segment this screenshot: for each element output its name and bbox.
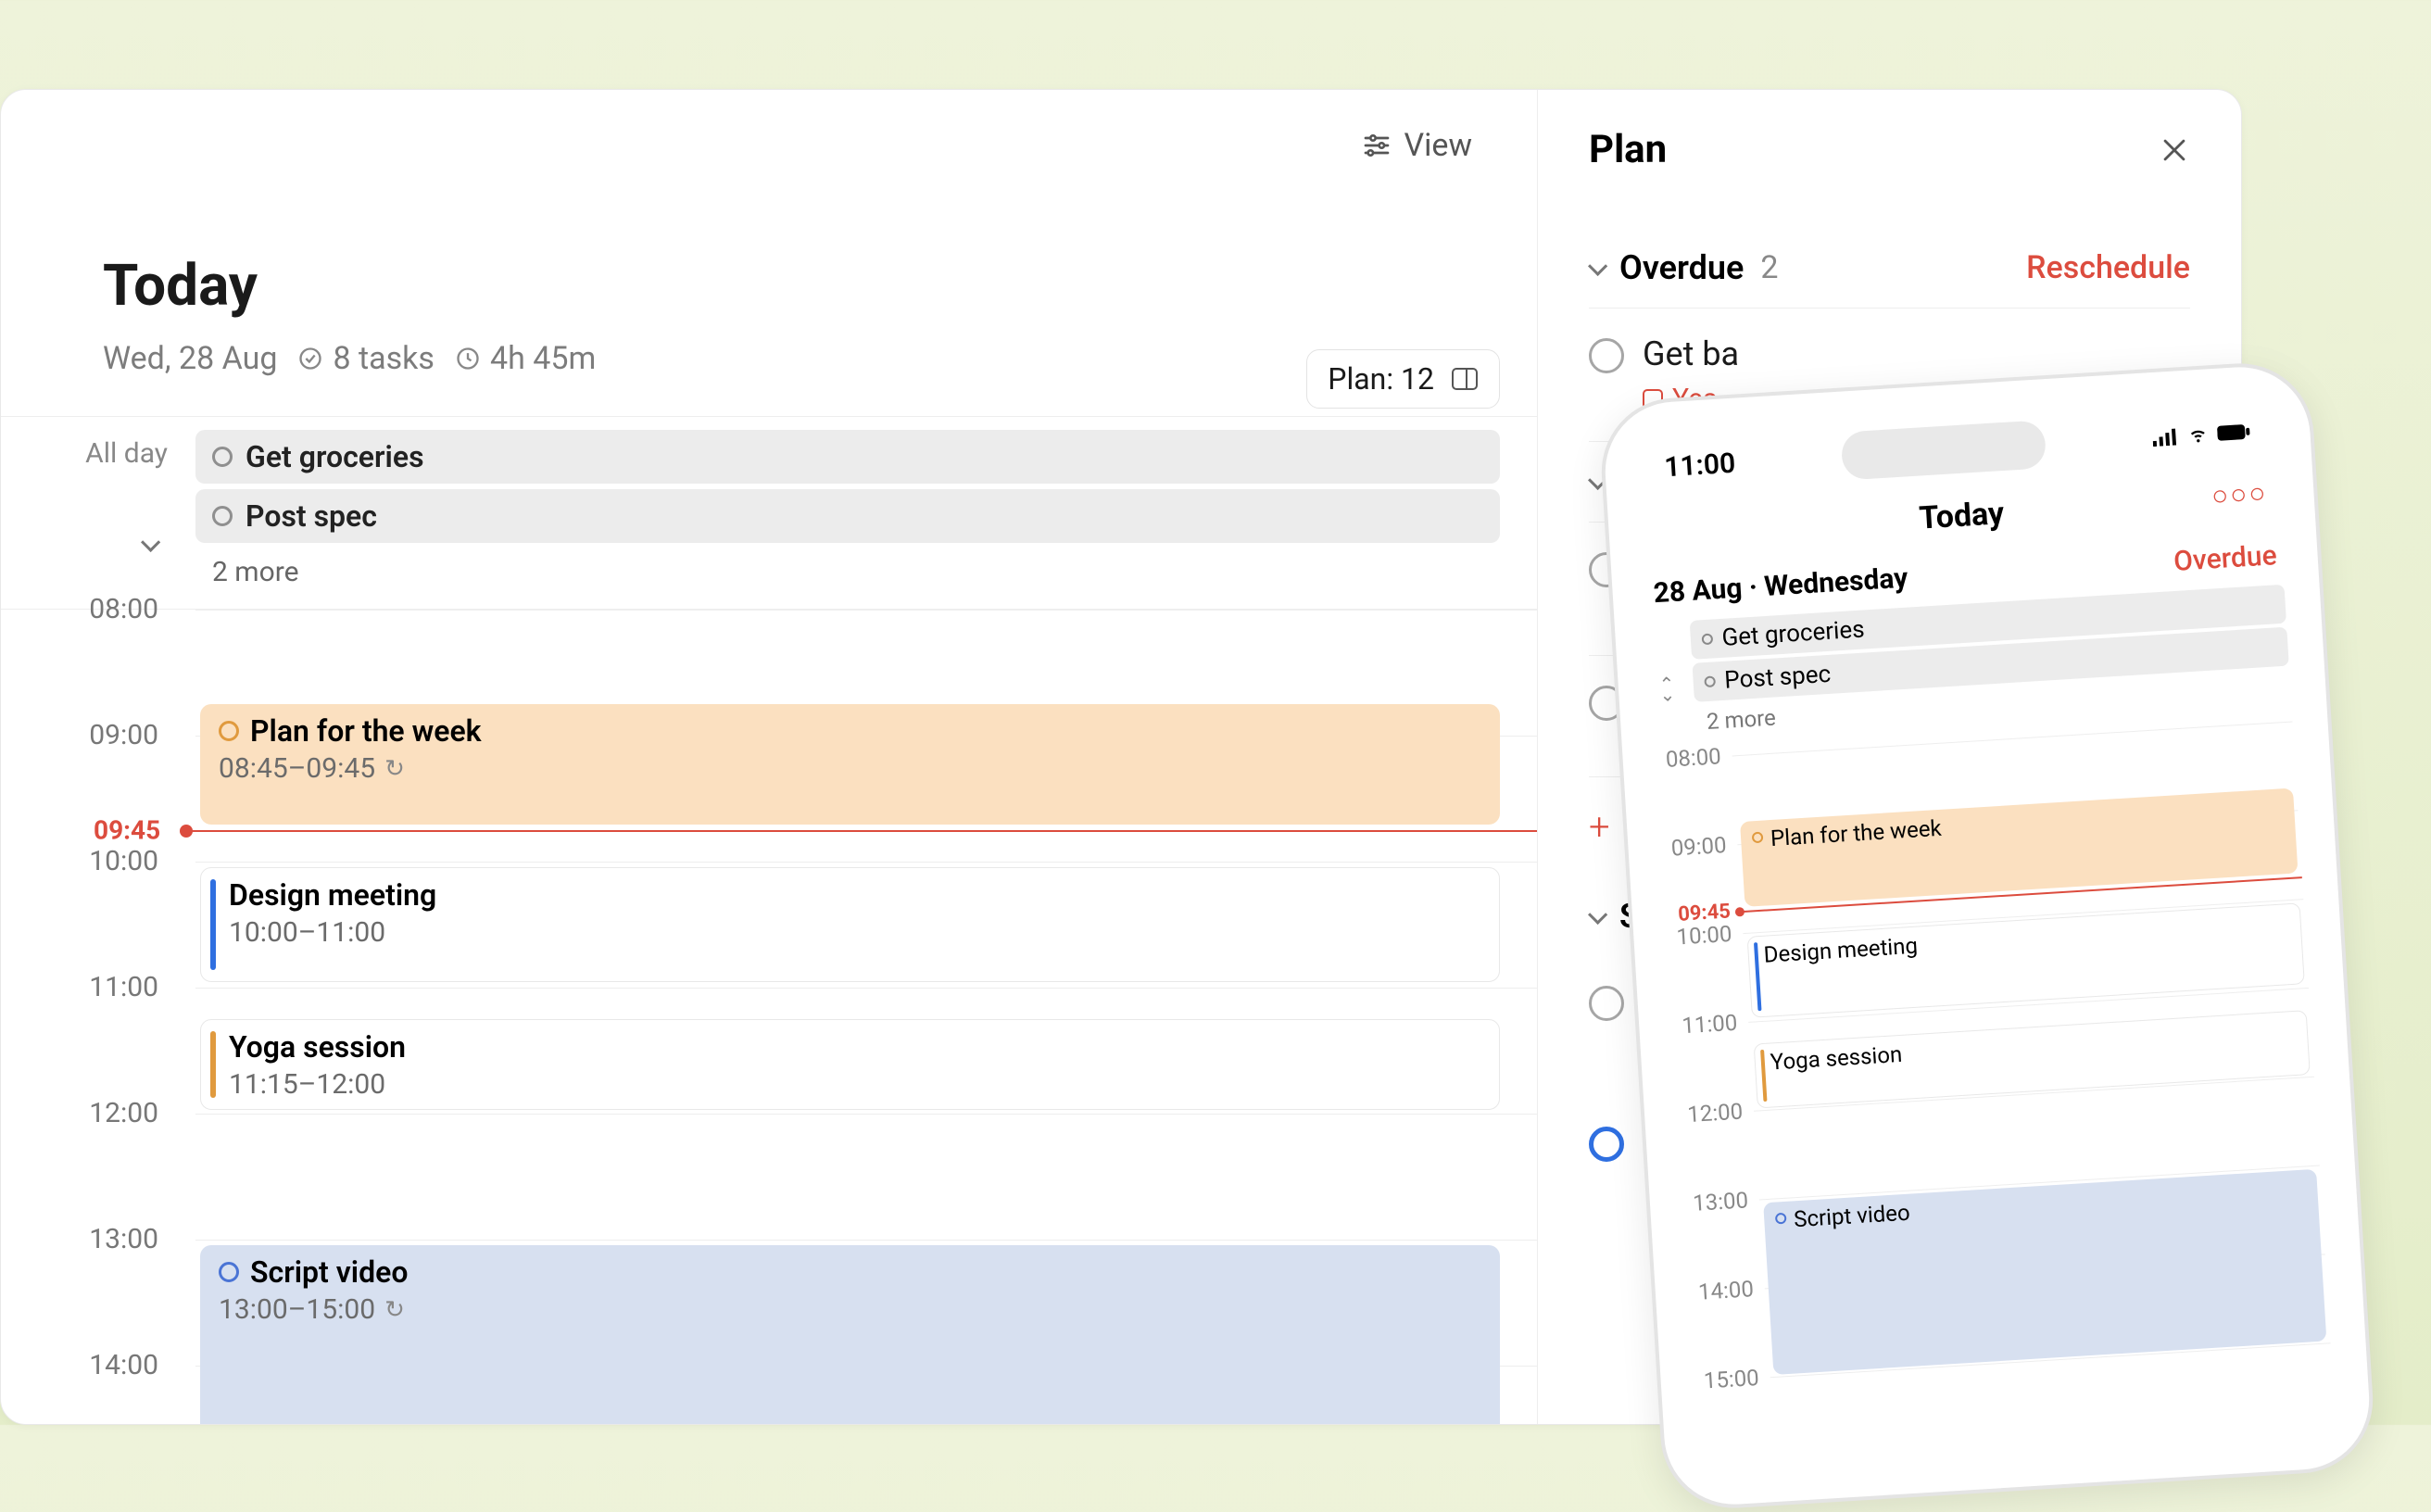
- task-checkbox[interactable]: [1775, 1213, 1787, 1225]
- hour-label: 12:00: [1675, 1098, 1744, 1128]
- now-indicator: [186, 830, 1537, 832]
- main-pane: View Today Wed, 28 Aug 8 tasks 4h 45m Pl…: [1, 90, 1537, 1424]
- task-checkbox[interactable]: [212, 506, 233, 526]
- section-title: Overdue: [1619, 248, 1744, 287]
- event-time: 08:45–09:45: [219, 752, 375, 785]
- event-title: Plan for the week: [250, 713, 482, 749]
- event-plan-week[interactable]: Plan for the week 08:45–09:45 ↻: [200, 704, 1500, 825]
- timeline: 08:00 09:00 10:00 11:00 12:00 13:00 14:0…: [1, 610, 1537, 1425]
- event-script-video[interactable]: Script video: [1763, 1169, 2326, 1375]
- hour-label: 08:00: [1654, 743, 1722, 773]
- hour-label: 11:00: [1669, 1010, 1738, 1040]
- task-title: Get groceries: [1721, 615, 1866, 651]
- event-title: Yoga session: [229, 1029, 406, 1065]
- date-label: Wed, 28 Aug: [103, 340, 277, 377]
- now-time-label: 09:45: [1663, 900, 1731, 926]
- more-icon[interactable]: ○○○: [2211, 477, 2268, 513]
- hour-label: 10:00: [1, 845, 186, 877]
- close-icon[interactable]: [2159, 134, 2190, 166]
- event-color-bar: [1760, 1050, 1767, 1102]
- task-checkbox[interactable]: [219, 1262, 239, 1282]
- plus-icon: +: [1589, 805, 1610, 849]
- phone-mockup: 11:00 Today ○○○ 28 Aug · Wednesday Overd…: [1597, 359, 2377, 1512]
- all-day-expand[interactable]: [142, 537, 156, 555]
- plan-count-pill[interactable]: Plan: 12: [1306, 349, 1500, 409]
- task-checkbox[interactable]: [1752, 832, 1764, 844]
- battery-icon: [2217, 423, 2251, 442]
- panel-icon: [1451, 367, 1479, 391]
- view-button[interactable]: View: [1404, 127, 1473, 164]
- chevron-down-icon[interactable]: [1588, 904, 1607, 924]
- wifi-icon: [2185, 424, 2211, 445]
- task-checkbox[interactable]: [1589, 1127, 1624, 1162]
- task-count-label: 8 tasks: [333, 340, 435, 377]
- expand-icon[interactable]: ⌄ ⌄: [1650, 622, 1684, 742]
- sliders-icon[interactable]: [1362, 131, 1392, 160]
- task-checkbox[interactable]: [1589, 338, 1624, 373]
- hour-label: 13:00: [1681, 1187, 1749, 1216]
- chevron-down-icon[interactable]: [1588, 256, 1607, 275]
- section-count: 2: [1760, 249, 1778, 286]
- all-day-task[interactable]: Post spec: [195, 489, 1500, 543]
- event-color-bar: [210, 1031, 216, 1098]
- event-time: 10:00–11:00: [229, 916, 1480, 949]
- page-title: Today: [103, 252, 596, 320]
- hour-label: 08:00: [1, 593, 186, 625]
- signal-icon: [2152, 426, 2179, 447]
- event-title: Script video: [1793, 1200, 1910, 1233]
- plan-panel-title: Plan: [1589, 127, 1667, 172]
- phone-notch: [1841, 420, 2047, 480]
- task-title: Get groceries: [246, 439, 424, 474]
- task-title: Post spec: [1724, 661, 1832, 695]
- duration: 4h 45m: [455, 340, 596, 377]
- phone-overdue-link[interactable]: Overdue: [2173, 539, 2277, 578]
- hour-label: 11:00: [1, 971, 186, 1003]
- event-title: Design meeting: [229, 877, 436, 913]
- hour-label: 14:00: [1, 1349, 186, 1381]
- hour-label: 12:00: [1, 1097, 186, 1129]
- task-checkbox[interactable]: [212, 447, 233, 467]
- hour-label: 15:00: [1692, 1365, 1760, 1394]
- task-title: Post spec: [246, 498, 377, 534]
- all-day-task[interactable]: Get groceries: [195, 430, 1500, 484]
- task-title: Get ba: [1643, 334, 1739, 373]
- now-time-label: 09:45: [94, 815, 160, 846]
- recurring-icon: ↻: [384, 755, 405, 783]
- duration-label: 4h 45m: [490, 340, 596, 377]
- event-time: 13:00–15:00: [219, 1293, 375, 1326]
- all-day-section: All day Get groceries Post spec 2 more: [1, 417, 1537, 610]
- phone-timeline: 08:00 09:00 10:00 11:00 12:00 13:00 14:0…: [1658, 721, 2337, 1469]
- hour-label: 13:00: [1, 1223, 186, 1255]
- event-title: Script video: [250, 1254, 408, 1290]
- plan-count-label: Plan: 12: [1328, 361, 1434, 397]
- event-script-video[interactable]: Script video 13:00–15:00 ↻: [200, 1245, 1500, 1425]
- reschedule-button[interactable]: Reschedule: [2026, 249, 2190, 286]
- hour-label: 14:00: [1686, 1276, 1755, 1305]
- event-title: Plan for the week: [1770, 815, 1942, 851]
- event-title: Design meeting: [1763, 933, 1919, 968]
- all-day-more[interactable]: 2 more: [195, 548, 1500, 596]
- event-time: 11:15–12:00: [229, 1068, 1480, 1101]
- section-overdue[interactable]: Overdue 2 Reschedule: [1589, 228, 2190, 309]
- all-day-label: All day: [1, 430, 195, 470]
- task-count: 8 tasks: [297, 340, 435, 377]
- event-color-bar: [1754, 942, 1762, 1011]
- phone-time: 11:00: [1663, 447, 1736, 484]
- hour-label: 09:00: [1, 719, 186, 751]
- recurring-icon: ↻: [384, 1296, 405, 1324]
- hour-label: 09:00: [1659, 832, 1728, 862]
- task-checkbox[interactable]: [1589, 986, 1624, 1021]
- calendar: All day Get groceries Post spec 2 more: [1, 416, 1537, 1424]
- event-design-meeting[interactable]: Design meeting 10:00–11:00: [200, 867, 1500, 982]
- event-title: Yoga session: [1770, 1041, 1903, 1076]
- main-header: Today Wed, 28 Aug 8 tasks 4h 45m: [103, 252, 596, 377]
- event-yoga[interactable]: Yoga session 11:15–12:00: [200, 1019, 1500, 1110]
- task-checkbox[interactable]: [219, 721, 239, 741]
- event-color-bar: [210, 879, 216, 970]
